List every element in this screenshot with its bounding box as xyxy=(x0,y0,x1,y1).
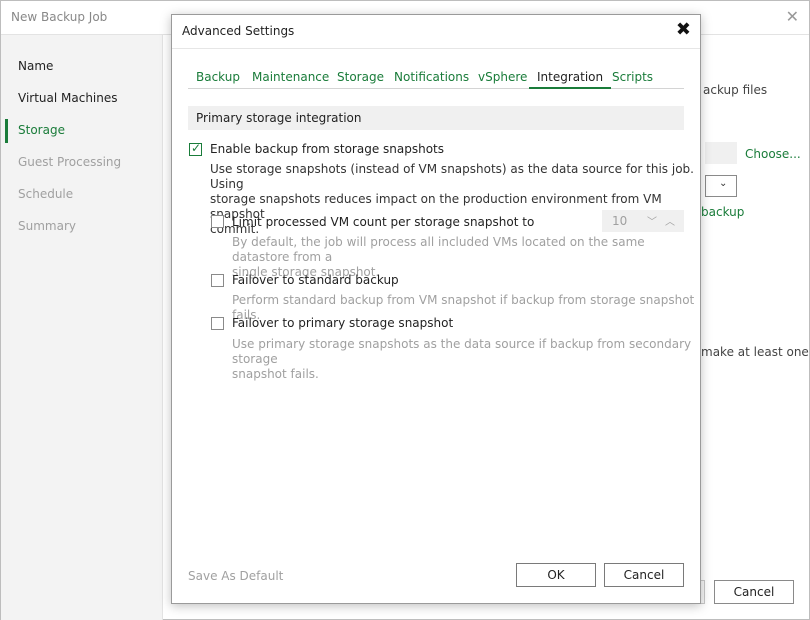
failover-primary-checkbox[interactable] xyxy=(211,317,224,330)
vm-count-stepper: 10 ﹀ ︿ xyxy=(602,210,684,232)
repository-field[interactable] xyxy=(705,142,737,164)
advanced-settings-dialog: Advanced Settings ✖ Backup Maintenance S… xyxy=(171,14,701,604)
tab-notifications[interactable]: Notifications xyxy=(386,69,477,89)
section-title: Primary storage integration xyxy=(196,111,362,125)
enable-backup-label[interactable]: Enable backup from storage snapshots xyxy=(210,142,444,156)
limit-vm-count-checkbox[interactable] xyxy=(211,215,224,228)
wizard-step-summary: Summary xyxy=(18,219,76,233)
partial-backup-link[interactable]: backup xyxy=(701,205,744,219)
choose-link[interactable]: Choose... xyxy=(745,147,801,161)
window-close-icon[interactable]: ✕ xyxy=(786,7,799,26)
description-line: snapshot fails. xyxy=(232,367,319,381)
wizard-step-schedule: Schedule xyxy=(18,187,74,201)
vm-count-value: 10 xyxy=(612,214,628,228)
wizard-cancel-button[interactable]: Cancel xyxy=(714,580,794,604)
description-line: By default, the job will process all inc… xyxy=(232,235,645,264)
check-icon: ✓ xyxy=(191,141,202,155)
tab-integration[interactable]: Integration xyxy=(529,69,612,89)
partial-make-at-least-text: make at least one xyxy=(701,345,809,359)
failover-standard-label[interactable]: Failover to standard backup xyxy=(232,273,399,287)
failover-standard-checkbox[interactable] xyxy=(211,274,224,287)
failover-primary-label[interactable]: Failover to primary storage snapshot xyxy=(232,316,453,330)
wizard-step-storage[interactable]: Storage xyxy=(18,123,65,137)
chevron-down-icon: ⌄ xyxy=(719,178,728,189)
active-step-indicator xyxy=(5,119,8,143)
chevron-up-icon: ︿ xyxy=(665,217,675,228)
tab-backup[interactable]: Backup xyxy=(188,69,248,89)
dialog-titlebar: Advanced Settings ✖ xyxy=(172,15,700,49)
close-icon[interactable]: ✖ xyxy=(676,19,691,41)
wizard-step-virtual-machines[interactable]: Virtual Machines xyxy=(18,91,118,105)
tab-vsphere[interactable]: vSphere xyxy=(470,69,535,89)
chevron-down-icon: ﹀ xyxy=(647,217,657,228)
enable-backup-checkbox[interactable]: ✓ xyxy=(189,141,202,156)
tab-scripts[interactable]: Scripts xyxy=(604,69,661,89)
description-line: Use storage snapshots (instead of VM sna… xyxy=(210,162,694,191)
save-as-default-link: Save As Default xyxy=(188,569,284,583)
settings-tabs: Backup Maintenance Storage Notifications… xyxy=(188,67,684,89)
failover-primary-description: Use primary storage snapshots as the dat… xyxy=(232,337,700,382)
limit-vm-count-label[interactable]: Limit processed VM count per storage sna… xyxy=(232,215,534,229)
wizard-step-name[interactable]: Name xyxy=(18,59,53,73)
tab-storage[interactable]: Storage xyxy=(329,69,392,89)
tab-maintenance[interactable]: Maintenance xyxy=(244,69,337,89)
wizard-step-guest-processing: Guest Processing xyxy=(18,155,122,169)
window-title: New Backup Job xyxy=(11,10,108,24)
description-line: Use primary storage snapshots as the dat… xyxy=(232,337,692,366)
cancel-button[interactable]: Cancel xyxy=(604,563,684,587)
dialog-title: Advanced Settings xyxy=(182,24,295,38)
ok-button[interactable]: OK xyxy=(516,563,596,587)
section-header: Primary storage integration xyxy=(188,106,684,130)
partial-backup-files-text: ackup files xyxy=(703,83,768,97)
